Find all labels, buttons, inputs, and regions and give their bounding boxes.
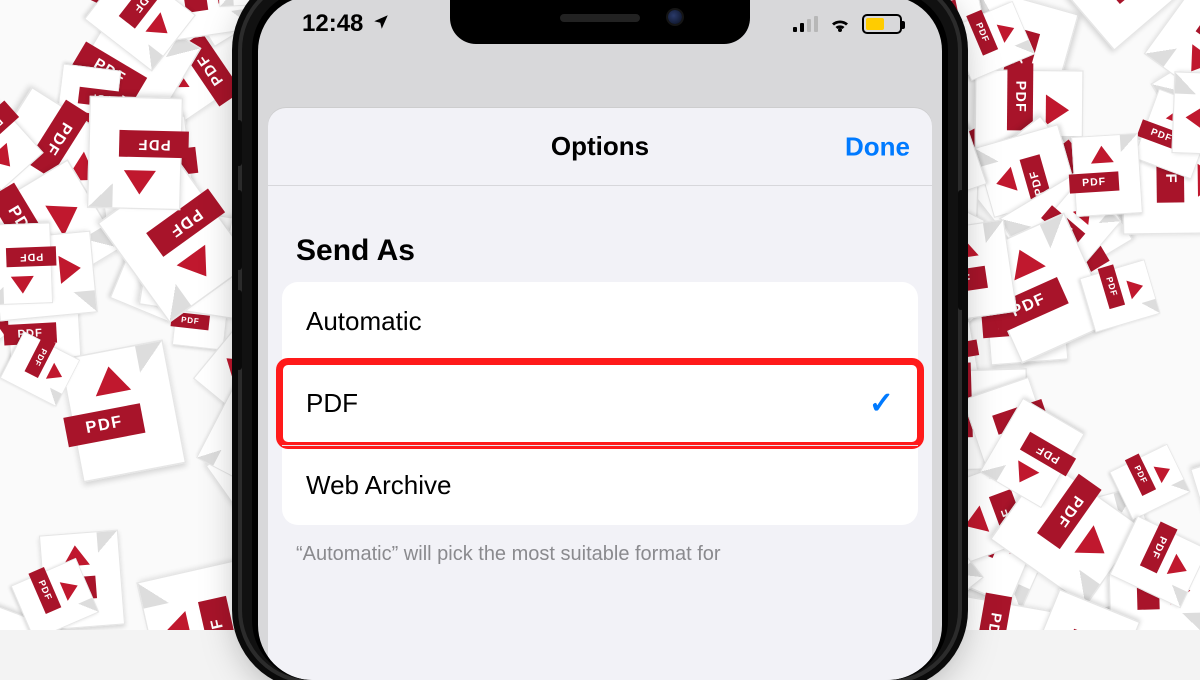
cellular-signal-icon bbox=[793, 16, 818, 32]
option-label: PDF bbox=[306, 388, 358, 419]
volume-down-button bbox=[236, 290, 242, 370]
checkmark-icon: ✓ bbox=[869, 386, 894, 421]
option-label: Web Archive bbox=[306, 470, 451, 501]
battery-icon bbox=[862, 14, 902, 34]
annotation-highlight-box bbox=[276, 358, 924, 449]
option-label: Automatic bbox=[306, 306, 422, 337]
volume-up-button bbox=[236, 190, 242, 270]
notch bbox=[450, 0, 750, 44]
mute-switch bbox=[236, 120, 242, 166]
wifi-icon bbox=[828, 15, 852, 33]
options-sheet: Options Done Send As Automatic PDF ✓ Web… bbox=[268, 108, 932, 680]
phone-frame: 12:48 bbox=[242, 0, 958, 680]
earpiece-speaker bbox=[560, 14, 640, 22]
status-time: 12:48 bbox=[302, 10, 363, 38]
side-button bbox=[958, 190, 964, 310]
sheet-title: Options bbox=[551, 131, 649, 162]
option-web-archive[interactable]: Web Archive bbox=[282, 445, 918, 525]
option-automatic[interactable]: Automatic bbox=[282, 282, 918, 361]
section-header-send-as: Send As bbox=[268, 186, 932, 282]
front-camera bbox=[668, 10, 682, 24]
section-footer-note: “Automatic” will pick the most suitable … bbox=[268, 525, 932, 566]
location-arrow-icon bbox=[372, 10, 390, 38]
option-pdf[interactable]: PDF ✓ bbox=[282, 361, 918, 445]
done-button[interactable]: Done bbox=[845, 131, 910, 162]
sheet-header: Options Done bbox=[268, 108, 932, 186]
phone-screen: 12:48 bbox=[258, 0, 942, 680]
send-as-list: Automatic PDF ✓ Web Archive bbox=[282, 282, 918, 525]
